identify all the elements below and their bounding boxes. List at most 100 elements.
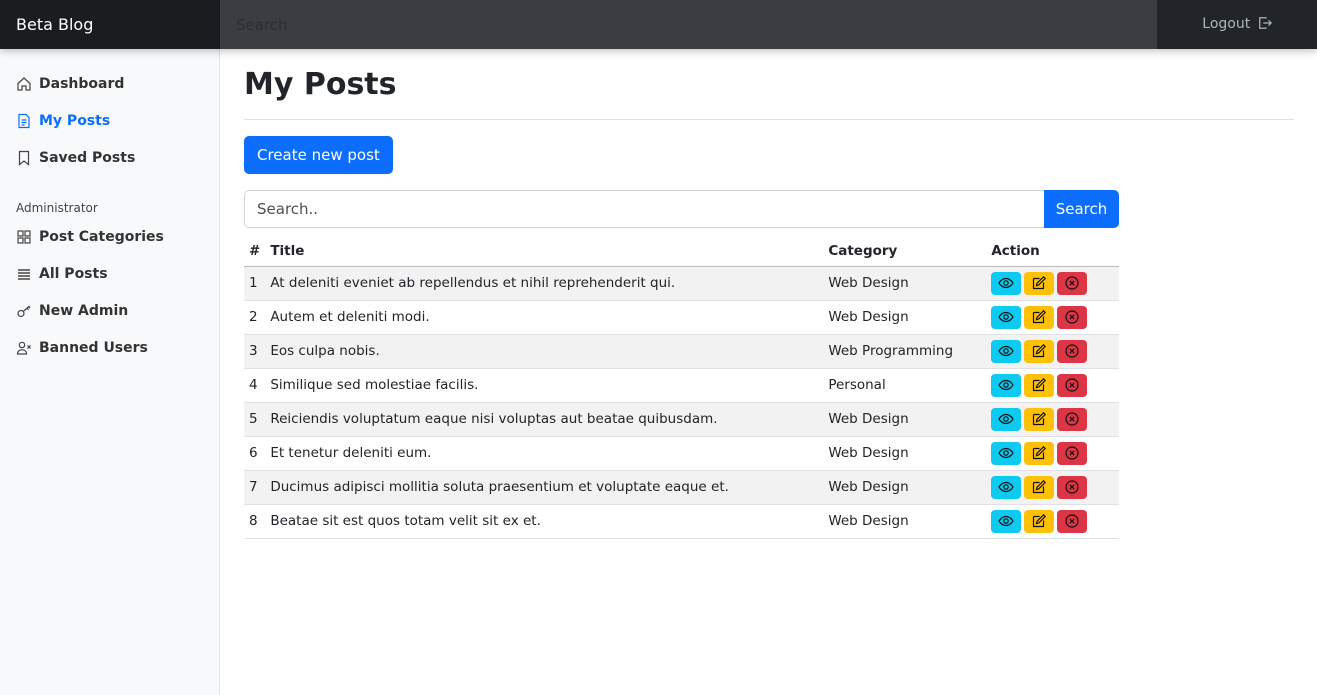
pencil-square-icon xyxy=(1031,309,1047,325)
table-row: 5 Reiciendis voluptatum eaque nisi volupt… xyxy=(244,402,1119,437)
column-header-category: Category xyxy=(823,236,987,267)
sidebar-item-dashboard[interactable]: Dashboard xyxy=(0,65,219,102)
top-search-input[interactable] xyxy=(220,0,1157,49)
pencil-square-icon xyxy=(1031,343,1047,359)
column-header-number: # xyxy=(244,236,266,267)
post-category: Web Design xyxy=(823,300,987,335)
edit-post-button[interactable] xyxy=(1024,475,1055,499)
view-post-button[interactable] xyxy=(991,441,1022,465)
eye-icon xyxy=(998,275,1015,291)
edit-post-button[interactable] xyxy=(1024,373,1055,397)
eye-icon xyxy=(998,309,1015,325)
post-search-input[interactable] xyxy=(244,190,1044,228)
eye-icon xyxy=(998,411,1015,427)
delete-post-button[interactable] xyxy=(1057,339,1088,363)
x-circle-icon xyxy=(1064,343,1080,359)
sidebar-item-label: Banned Users xyxy=(39,339,148,356)
table-row: 8 Beatae sit est quos totam velit sit ex … xyxy=(244,504,1119,539)
post-title: Ducimus adipisci mollitia soluta praesen… xyxy=(265,470,824,505)
pencil-square-icon xyxy=(1031,411,1047,427)
post-actions xyxy=(986,504,1119,539)
post-category: Personal xyxy=(823,368,987,403)
post-actions xyxy=(986,334,1119,369)
view-post-button[interactable] xyxy=(991,509,1022,533)
post-number: 3 xyxy=(244,334,266,369)
sidebar-item-label: All Posts xyxy=(39,265,108,282)
sidebar-item-saved-posts[interactable]: Saved Posts xyxy=(0,139,219,176)
post-category: Web Design xyxy=(823,266,987,301)
post-number: 7 xyxy=(244,470,266,505)
post-category: Web Programming xyxy=(823,334,987,369)
eye-icon xyxy=(998,377,1015,393)
post-actions xyxy=(986,436,1119,471)
post-category: Web Design xyxy=(823,436,987,471)
delete-post-button[interactable] xyxy=(1057,271,1088,295)
post-search-form: Search xyxy=(244,190,1119,228)
delete-post-button[interactable] xyxy=(1057,509,1088,533)
sidebar-item-all-posts[interactable]: All Posts xyxy=(0,255,219,292)
sidebar: Dashboard My Posts Saved Posts Administr… xyxy=(0,49,220,695)
post-search-button[interactable]: Search xyxy=(1044,190,1119,228)
sidebar-item-new-admin[interactable]: New Admin xyxy=(0,292,219,329)
post-number: 5 xyxy=(244,402,266,437)
x-circle-icon xyxy=(1064,309,1080,325)
sidebar-item-label: Post Categories xyxy=(39,228,164,245)
person-x-icon xyxy=(16,340,32,356)
x-circle-icon xyxy=(1064,513,1080,529)
edit-post-button[interactable] xyxy=(1024,441,1055,465)
post-title: Autem et deleniti modi. xyxy=(265,300,824,335)
eye-icon xyxy=(998,445,1015,461)
view-post-button[interactable] xyxy=(991,373,1022,397)
post-actions xyxy=(986,300,1119,335)
posts-table: # Title Category Action 1 At deleniti eve… xyxy=(244,236,1119,539)
sidebar-item-banned-users[interactable]: Banned Users xyxy=(0,329,219,366)
sidebar-item-my-posts[interactable]: My Posts xyxy=(0,102,219,139)
house-icon xyxy=(16,76,32,92)
post-title: Reiciendis voluptatum eaque nisi volupta… xyxy=(265,402,824,437)
x-circle-icon xyxy=(1064,411,1080,427)
view-post-button[interactable] xyxy=(991,305,1022,329)
sidebar-item-post-categories[interactable]: Post Categories xyxy=(0,218,219,255)
logout-link[interactable]: Logout xyxy=(1157,0,1317,49)
edit-post-button[interactable] xyxy=(1024,407,1055,431)
main-content: My Posts Create new post Search # Title … xyxy=(244,49,1294,539)
table-row: 1 At deleniti eveniet ab repellendus et n… xyxy=(244,266,1119,301)
table-row: 3 Eos culpa nobis. Web Programming xyxy=(244,334,1119,369)
edit-post-button[interactable] xyxy=(1024,509,1055,533)
edit-post-button[interactable] xyxy=(1024,305,1055,329)
box-arrow-right-icon xyxy=(1258,17,1272,29)
delete-post-button[interactable] xyxy=(1057,441,1088,465)
column-header-action: Action xyxy=(986,236,1119,267)
table-header-row: # Title Category Action xyxy=(244,236,1119,267)
create-post-button[interactable]: Create new post xyxy=(244,136,393,174)
brand-logo[interactable]: Beta Blog xyxy=(0,0,220,49)
edit-post-button[interactable] xyxy=(1024,339,1055,363)
logout-label: Logout xyxy=(1202,16,1251,32)
view-post-button[interactable] xyxy=(991,407,1022,431)
view-post-button[interactable] xyxy=(991,339,1022,363)
pencil-square-icon xyxy=(1031,275,1047,291)
delete-post-button[interactable] xyxy=(1057,475,1088,499)
post-actions xyxy=(986,266,1119,301)
bookmark-icon xyxy=(16,150,32,166)
post-number: 1 xyxy=(244,266,266,301)
view-post-button[interactable] xyxy=(991,271,1022,295)
pencil-square-icon xyxy=(1031,513,1047,529)
table-row: 4 Similique sed molestiae facilis. Persona… xyxy=(244,368,1119,403)
post-actions xyxy=(986,402,1119,437)
table-row: 7 Ducimus adipisci mollitia soluta praese… xyxy=(244,470,1119,505)
sidebar-item-label: My Posts xyxy=(39,112,111,129)
view-post-button[interactable] xyxy=(991,475,1022,499)
post-number: 4 xyxy=(244,368,266,403)
post-category: Web Design xyxy=(823,504,987,539)
delete-post-button[interactable] xyxy=(1057,373,1088,397)
delete-post-button[interactable] xyxy=(1057,305,1088,329)
admin-section-heading: Administrator xyxy=(16,201,98,215)
post-number: 8 xyxy=(244,504,266,539)
table-row: 2 Autem et deleniti modi. Web Design xyxy=(244,300,1119,335)
pencil-square-icon xyxy=(1031,377,1047,393)
sidebar-item-label: Dashboard xyxy=(39,75,125,92)
pencil-square-icon xyxy=(1031,445,1047,461)
edit-post-button[interactable] xyxy=(1024,271,1055,295)
delete-post-button[interactable] xyxy=(1057,407,1088,431)
